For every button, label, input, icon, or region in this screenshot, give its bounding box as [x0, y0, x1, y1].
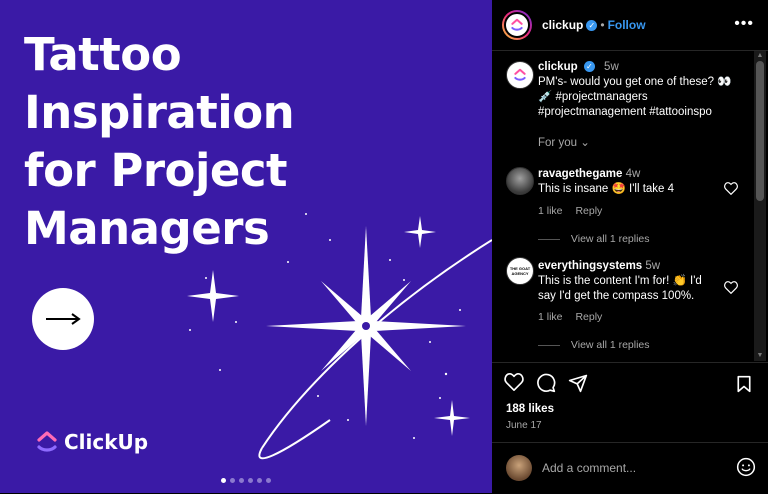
caption-avatar-wrap — [506, 61, 534, 89]
next-slide-button[interactable] — [32, 288, 94, 350]
post-media[interactable]: Tattoo Inspiration for Project Managers … — [0, 0, 492, 493]
comment-meta: 1 like Reply — [538, 204, 748, 219]
post-sidebar: clickup ✓ • Follow ••• clickup ✓ 5w PM's… — [492, 0, 768, 493]
clickup-logo-icon — [37, 431, 57, 452]
comment: ravagethegame 4w This is insane 🤩 I'll t… — [538, 167, 748, 197]
carousel-dot — [257, 478, 262, 483]
like-comment-icon[interactable] — [724, 281, 738, 294]
comment-avatar-wrap — [506, 167, 534, 195]
brand-name: ClickUp — [64, 430, 149, 454]
headline-line: for Project — [24, 144, 288, 197]
comment-text: This is insane 🤩 I'll take 4 — [538, 183, 675, 195]
caption-text: 💉 #projectmanagers — [538, 91, 648, 103]
scroll-up-icon[interactable]: ▲ — [755, 52, 765, 60]
comment-icon[interactable] — [536, 373, 556, 393]
clickup-logo-icon — [514, 68, 526, 81]
header-username[interactable]: clickup — [542, 18, 583, 32]
caption-age: 5w — [604, 61, 619, 73]
share-icon[interactable] — [568, 373, 588, 393]
headline-line: Tattoo — [24, 28, 182, 81]
clickup-logo-icon — [511, 18, 523, 31]
more-options-icon[interactable]: ••• — [734, 15, 754, 33]
caption-username[interactable]: clickup — [538, 61, 578, 73]
view-replies-button[interactable]: View all 1 replies — [538, 338, 748, 353]
comment-avatar-wrap: THE GOAT AGENCY — [506, 257, 534, 285]
carousel-dot — [221, 478, 226, 483]
comment-age: 5w — [645, 260, 661, 272]
verified-icon: ✓ — [583, 61, 595, 73]
caption-text: #projectmanagement #tattooinspo — [538, 106, 712, 118]
avatar — [506, 455, 532, 481]
comment-text: say I'd get the compass 100%. — [538, 290, 695, 302]
like-comment-icon[interactable] — [724, 182, 738, 195]
scrollbar[interactable]: ▲ ▼ — [754, 51, 766, 361]
post-actions: 188 likes June 17 — [492, 362, 768, 443]
scroll-thumb[interactable] — [756, 61, 764, 201]
avatar[interactable] — [502, 10, 532, 40]
view-replies-button[interactable]: View all 1 replies — [538, 232, 748, 247]
view-replies-label: View all 1 replies — [570, 233, 650, 245]
instagram-post-viewer: Tattoo Inspiration for Project Managers … — [0, 0, 768, 493]
clickup-logo: ClickUp — [36, 430, 148, 454]
comment-age: 4w — [625, 168, 641, 180]
comments-list[interactable]: clickup ✓ 5w PM's- would you get one of … — [492, 51, 758, 361]
carousel-dot — [248, 478, 253, 483]
comment-likes[interactable]: 1 like — [538, 205, 563, 217]
add-comment-bar: Add a comment... — [492, 442, 768, 494]
divider — [538, 238, 560, 240]
follow-button[interactable]: Follow — [608, 18, 646, 32]
post-date: June 17 — [506, 420, 542, 431]
carousel-dot — [230, 478, 235, 483]
divider — [538, 344, 560, 346]
emoji-icon[interactable] — [736, 457, 756, 477]
carousel-indicator — [0, 478, 492, 483]
scroll-down-icon[interactable]: ▼ — [755, 352, 765, 360]
post-headline: Tattoo Inspiration for Project Managers — [24, 26, 324, 258]
reply-button[interactable]: Reply — [575, 205, 602, 217]
avatar[interactable] — [506, 61, 534, 89]
reply-button[interactable]: Reply — [575, 311, 602, 323]
comment-username[interactable]: ravagethegame — [538, 168, 622, 180]
bookmark-icon[interactable] — [736, 375, 752, 393]
carousel-dot — [266, 478, 271, 483]
for-you-toggle[interactable]: For you ⌄ — [538, 136, 748, 151]
comment-meta: 1 like Reply — [538, 310, 748, 325]
likes-count[interactable]: 188 likes — [506, 403, 554, 415]
heart-icon[interactable] — [504, 373, 524, 391]
arrow-right-icon — [46, 313, 81, 325]
avatar-text: THE GOAT AGENCY — [509, 266, 531, 276]
carousel-dot — [239, 478, 244, 483]
comment: everythingsystems 5w This is the content… — [538, 259, 748, 304]
caption-text: PM's- would you get one of these? 👀 — [538, 76, 732, 88]
avatar[interactable] — [506, 167, 534, 195]
post-header: clickup ✓ • Follow ••• — [492, 0, 768, 51]
headline-line: Managers — [24, 202, 270, 255]
for-you-label: For you — [538, 137, 577, 149]
add-comment-input[interactable]: Add a comment... — [542, 461, 636, 475]
comment-username[interactable]: everythingsystems — [538, 260, 642, 272]
view-replies-label: View all 1 replies — [570, 339, 650, 351]
avatar[interactable]: THE GOAT AGENCY — [506, 257, 534, 285]
verified-icon: ✓ — [586, 19, 598, 31]
header-separator: • — [600, 18, 605, 32]
comment-text: This is the content I'm for! 👏 I'd — [538, 275, 702, 287]
headline-line: Inspiration — [24, 86, 295, 139]
caption: clickup ✓ 5w PM's- would you get one of … — [538, 60, 748, 120]
chevron-down-icon: ⌄ — [580, 137, 590, 149]
comment-likes[interactable]: 1 like — [538, 311, 563, 323]
